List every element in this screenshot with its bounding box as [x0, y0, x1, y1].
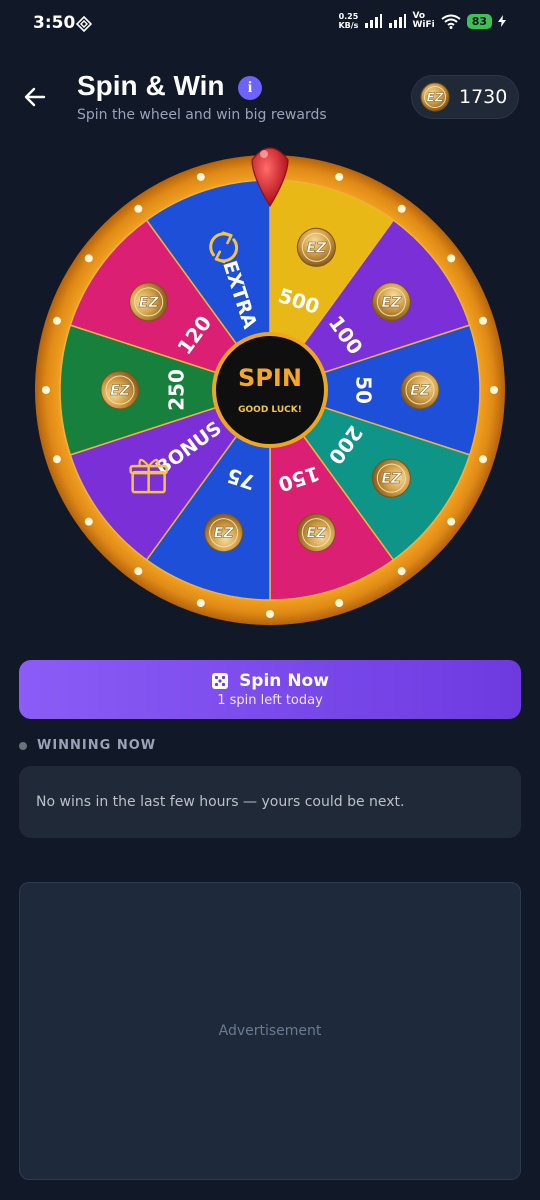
svg-text:EZ: EZ: [214, 526, 235, 542]
coin-icon: EZ: [100, 370, 140, 410]
svg-text:EZ: EZ: [139, 295, 160, 311]
spin-now-label: Spin Now: [239, 671, 329, 691]
rim-light-dot: [52, 455, 61, 464]
wheel-graphic: 500EZ100EZ50 EZ200EZ150EZ75EZBONUS250EZ12…: [35, 147, 505, 625]
wifi-icon: [441, 14, 461, 29]
spin-hub-subtitle: GOOD LUCK!: [238, 405, 302, 415]
signal-icon-2: [389, 14, 407, 28]
svg-text:EZ: EZ: [110, 383, 131, 399]
rim-light-dot: [335, 172, 344, 181]
advertisement-slot[interactable]: Advertisement: [19, 882, 521, 1180]
rim-light-dot: [397, 567, 406, 576]
rim-light-dot: [335, 599, 344, 608]
rim-light-dot: [490, 386, 498, 394]
svg-text:EZ: EZ: [381, 471, 402, 487]
status-bar: 3:50 0.25 KB/s Vo WiFi 83: [0, 0, 540, 48]
page-subtitle: Spin the wheel and win big rewards: [77, 107, 327, 123]
spin-hub-title: SPIN: [238, 364, 302, 392]
rim-light-dot: [134, 567, 143, 576]
coin-logo-text: EZ: [427, 91, 444, 105]
wheel-label-50: 50: [352, 376, 376, 404]
rim-light-dot: [52, 316, 61, 325]
rim-light-dot: [196, 172, 205, 181]
coin-icon: EZ: [400, 370, 440, 410]
advertisement-label: Advertisement: [218, 1023, 322, 1039]
svg-text:EZ: EZ: [306, 240, 327, 256]
info-icon[interactable]: i: [238, 76, 262, 100]
winning-now-label: WINNING NOW: [37, 738, 157, 753]
rim-light-dot: [447, 254, 456, 263]
vowifi-label: Vo WiFi: [412, 12, 434, 30]
winners-card: No wins in the last few hours — yours co…: [19, 766, 521, 838]
back-button[interactable]: [20, 82, 50, 112]
rim-light-dot: [479, 455, 488, 464]
battery-level: 83: [466, 13, 492, 29]
rim-light-dot: [84, 517, 93, 526]
winning-now-header: WINNING NOW: [19, 738, 156, 753]
status-time: 3:50: [33, 13, 76, 33]
svg-text:EZ: EZ: [306, 526, 327, 542]
rim-light-dot: [479, 316, 488, 325]
svg-text:EZ: EZ: [381, 295, 402, 311]
rim-light-dot: [266, 610, 274, 618]
rim-light-dot: [134, 204, 143, 213]
vpn-diamond-icon: [76, 16, 92, 32]
net-speed: 0.25 KB/s: [338, 12, 358, 30]
spin-now-button[interactable]: Spin Now 1 spin left today: [19, 660, 521, 719]
coin-icon: EZ: [420, 82, 450, 112]
status-icons: 0.25 KB/s Vo WiFi 83: [338, 12, 506, 30]
svg-text:EZ: EZ: [410, 383, 431, 399]
signal-icon: [365, 14, 383, 28]
coin-count: 1730: [459, 86, 508, 108]
net-speed-value: 0.25: [338, 12, 359, 21]
spin-now-row: Spin Now: [211, 671, 329, 691]
dice-icon: [212, 673, 229, 689]
wheel-label-250: 250: [165, 369, 189, 411]
rim-light-dot: [84, 254, 93, 263]
no-wins-text: No wins in the last few hours — yours co…: [36, 794, 405, 810]
live-dot: [19, 741, 27, 750]
charging-icon: [498, 15, 506, 27]
header: Spin & Win i Spin the wheel and win big …: [0, 64, 540, 134]
rim-light-dot: [397, 204, 406, 213]
arrow-left-icon: [24, 87, 46, 107]
prize-wheel[interactable]: 500 EZ 100 EZ 50 EZ 200 EZ 150 EZ 75 EZ BONUS 250 EZ 12…: [20, 140, 520, 640]
rim-light-dot: [42, 386, 50, 394]
vowifi-bottom: WiFi: [412, 20, 435, 30]
coin-balance[interactable]: EZ 1730: [411, 75, 519, 119]
net-speed-unit: KB/s: [338, 21, 359, 30]
page-title: Spin & Win: [77, 70, 225, 101]
spins-left-text: 1 spin left today: [217, 693, 323, 708]
rim-light-dot: [196, 599, 205, 608]
rim-light-dot: [447, 517, 456, 526]
